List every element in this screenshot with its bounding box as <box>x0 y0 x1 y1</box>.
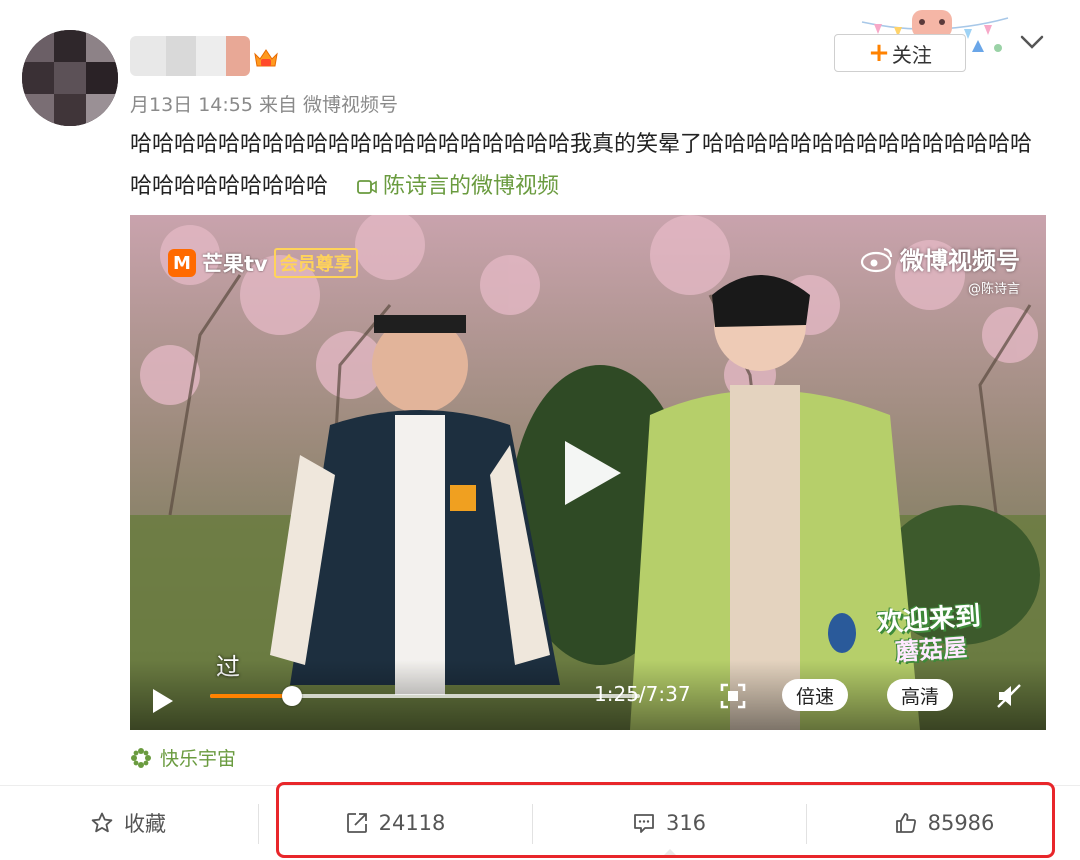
video-link[interactable]: 陈诗言的微博视频 <box>357 174 559 199</box>
action-separator <box>258 804 259 844</box>
post-content: 哈哈哈哈哈哈哈哈哈哈哈哈哈哈哈哈哈哈哈哈我真的笑晕了哈哈哈哈哈哈哈哈哈哈哈哈哈哈… <box>130 124 1050 208</box>
weibo-logo-icon <box>860 247 893 272</box>
favorite-button[interactable]: 收藏 <box>0 786 256 860</box>
star-icon <box>91 812 113 833</box>
play-icon[interactable] <box>555 437 627 509</box>
weibo-watermark: 微博视频号 @陈诗言 <box>860 241 1020 297</box>
mute-icon[interactable] <box>996 683 1022 709</box>
post-meta: 月13日 14:55 来自 微博视频号 <box>130 94 399 116</box>
mango-vip-label: 会员尊享 <box>273 248 358 278</box>
speed-button[interactable]: 倍速 <box>782 679 849 711</box>
follow-button[interactable]: + 关注 <box>834 34 966 72</box>
topic-source[interactable]: 快乐宇宙 <box>130 744 236 771</box>
quality-button[interactable]: 高清 <box>887 679 954 711</box>
video-link-icon <box>357 180 377 194</box>
flower-icon <box>131 747 151 768</box>
progress-bar[interactable] <box>210 686 640 706</box>
favorite-label: 收藏 <box>124 812 166 836</box>
chevron-down-icon[interactable] <box>1018 32 1046 52</box>
welcome-sticker: 欢迎来到 蘑菇屋 <box>868 601 992 669</box>
avatar[interactable] <box>22 30 118 126</box>
plus-icon: + <box>868 38 890 68</box>
video-time: 1:25/7:37 <box>594 682 691 706</box>
weibo-watermark-handle: @陈诗言 <box>967 282 1020 297</box>
topic-source-label: 快乐宇宙 <box>160 748 237 770</box>
username-blurred[interactable] <box>130 36 250 76</box>
mango-logo-icon: M <box>168 249 196 277</box>
follow-label: 关注 <box>891 42 932 67</box>
mango-brand-text: 芒果tv <box>202 252 268 276</box>
video-player[interactable]: M 芒果tv 会员尊享 微博视频号 @陈诗言 过 欢迎来到 蘑菇屋 1:25/7… <box>130 215 1046 730</box>
stats-highlight-box <box>276 782 1055 858</box>
post-text: 哈哈哈哈哈哈哈哈哈哈哈哈哈哈哈哈哈哈哈哈我真的笑晕了哈哈哈哈哈哈哈哈哈哈哈哈哈哈… <box>130 132 1033 199</box>
play-control-icon[interactable] <box>148 687 176 715</box>
weibo-video-brand: 微博视频号 <box>900 247 1020 275</box>
vip-badge-icon <box>254 49 278 67</box>
fullscreen-icon[interactable] <box>720 683 746 709</box>
video-link-label: 陈诗言的微博视频 <box>383 174 560 199</box>
mango-tv-watermark: M 芒果tv 会员尊享 <box>168 248 358 278</box>
progress-knob[interactable] <box>281 686 302 706</box>
progress-fill <box>210 694 292 698</box>
